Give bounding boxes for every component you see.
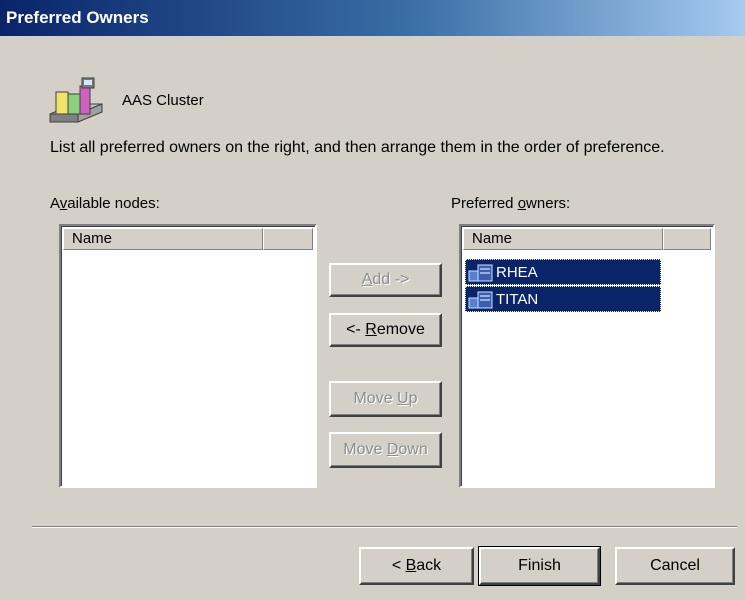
list-item-label: TITAN — [496, 291, 539, 308]
add-button[interactable]: Add -> — [329, 263, 442, 297]
preferred-owners-label: Preferred owners: — [451, 195, 571, 212]
cancel-button[interactable]: Cancel — [615, 547, 735, 585]
back-button[interactable]: < Back — [359, 547, 474, 585]
resource-name: AAS Cluster — [122, 92, 204, 109]
available-nodes-list[interactable]: Name — [59, 224, 317, 488]
available-name-column-header[interactable]: Name — [63, 228, 263, 250]
finish-button[interactable]: Finish — [478, 546, 601, 586]
available-extra-column-header[interactable] — [263, 228, 313, 250]
list-item[interactable]: TITAN — [465, 286, 661, 312]
preferred-owners-list[interactable]: Name RHEA TITAN — [459, 224, 715, 488]
server-node-icon — [468, 291, 493, 309]
footer-separator — [32, 526, 737, 528]
available-nodes-label: Available nodes: — [50, 195, 160, 212]
move-up-button[interactable]: Move Up — [329, 381, 442, 417]
title-bar: Preferred Owners — [0, 0, 745, 36]
list-item-label: RHEA — [496, 264, 538, 281]
server-node-icon — [468, 264, 493, 282]
cluster-resource-icon — [49, 77, 103, 123]
move-down-button[interactable]: Move Down — [329, 432, 442, 468]
preferred-list-header: Name — [463, 228, 711, 250]
preferred-name-column-header[interactable]: Name — [463, 228, 663, 250]
dialog-title: Preferred Owners — [6, 8, 149, 27]
available-list-header: Name — [63, 228, 313, 250]
instructions-text: List all preferred owners on the right, … — [50, 139, 665, 156]
list-item[interactable]: RHEA — [465, 259, 661, 285]
remove-button[interactable]: <- Remove — [329, 313, 442, 347]
preferred-extra-column-header[interactable] — [663, 228, 711, 250]
